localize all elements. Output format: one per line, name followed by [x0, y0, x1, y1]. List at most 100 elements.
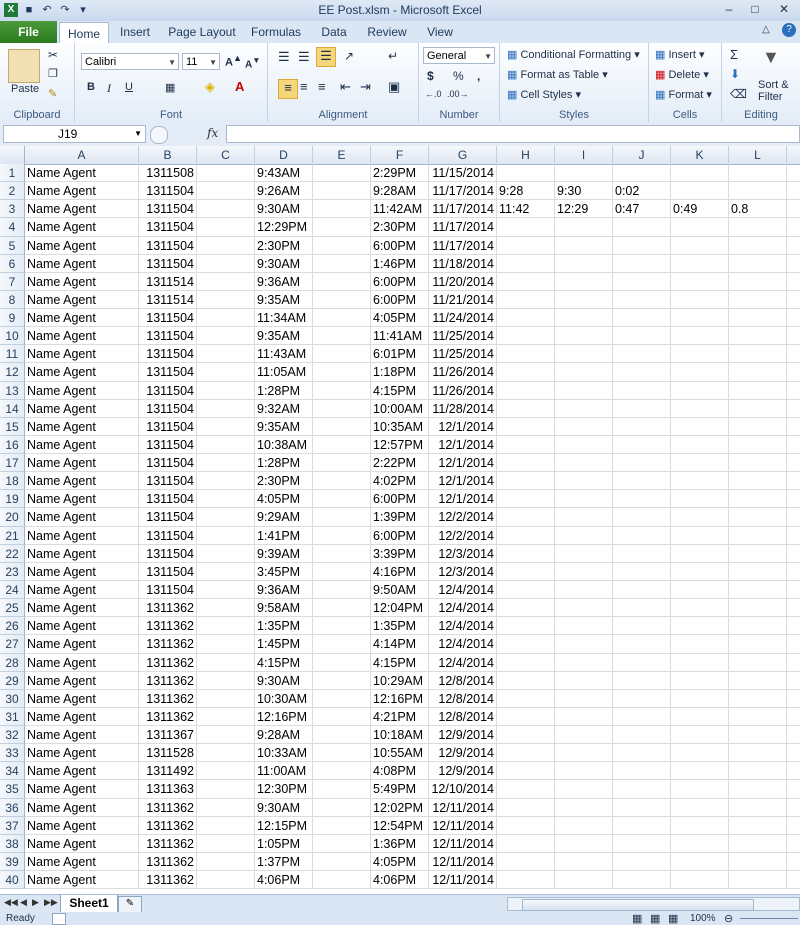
cell-b28[interactable]: 1311362 [139, 653, 197, 672]
cell-a5[interactable]: Name Agent [25, 236, 139, 255]
cell-l27[interactable] [729, 635, 787, 654]
worksheet-grid[interactable]: ABCDEFGHIJKL 1 Name Agent 1311508 9:43AM 2:2… [0, 146, 800, 894]
cell-f14[interactable]: 10:00AM [371, 399, 429, 418]
cell-m38[interactable] [787, 835, 800, 853]
tab-insert[interactable]: Insert [112, 21, 158, 43]
cell-g4[interactable]: 11/17/2014 [429, 218, 497, 237]
align-left-icon[interactable]: ≡ [278, 79, 298, 99]
cell-k28[interactable] [671, 653, 729, 672]
cell-m2[interactable] [787, 182, 800, 201]
cell-f9[interactable]: 4:05PM [371, 309, 429, 328]
formula-input[interactable] [226, 125, 800, 143]
cell-g30[interactable]: 12/8/2014 [429, 689, 497, 708]
cell-m8[interactable] [787, 291, 800, 310]
cell-a3[interactable]: Name Agent [25, 200, 139, 219]
cell-a15[interactable]: Name Agent [25, 417, 139, 436]
cell-c39[interactable] [197, 852, 255, 872]
cell-j15[interactable] [613, 417, 671, 436]
cell-d39[interactable]: 1:37PM [255, 852, 313, 872]
cell-f24[interactable]: 9:50AM [371, 580, 429, 600]
column-header-g[interactable]: G [429, 146, 497, 164]
cell-d23[interactable]: 3:45PM [255, 562, 313, 581]
cell-b11[interactable]: 1311504 [139, 345, 197, 364]
row-header[interactable]: 13 [0, 381, 25, 400]
cell-j27[interactable] [613, 635, 671, 654]
cell-i31[interactable] [555, 707, 613, 727]
normal-view-icon[interactable]: ▦ [632, 912, 642, 925]
cell-j25[interactable] [613, 599, 671, 618]
cell-b17[interactable]: 1311504 [139, 454, 197, 473]
cell-b16[interactable]: 1311504 [139, 435, 197, 455]
cell-a11[interactable]: Name Agent [25, 345, 139, 364]
cell-a38[interactable]: Name Agent [25, 834, 139, 853]
cell-b15[interactable]: 1311504 [139, 417, 197, 436]
row-header[interactable]: 30 [0, 689, 25, 708]
cell-m24[interactable] [787, 581, 800, 600]
cell-f19[interactable]: 6:00PM [371, 490, 429, 509]
cell-c25[interactable] [197, 599, 255, 618]
cell-i24[interactable] [555, 580, 613, 600]
cell-g27[interactable]: 12/4/2014 [429, 635, 497, 654]
cell-l22[interactable] [729, 544, 787, 563]
cell-c19[interactable] [197, 490, 255, 509]
cell-d17[interactable]: 1:28PM [255, 454, 313, 473]
cell-m30[interactable] [787, 690, 800, 708]
cell-m36[interactable] [787, 799, 800, 817]
cell-e3[interactable] [313, 200, 371, 219]
cell-b24[interactable]: 1311504 [139, 580, 197, 600]
cell-e37[interactable] [313, 816, 371, 835]
cell-a19[interactable]: Name Agent [25, 490, 139, 509]
cell-l31[interactable] [729, 707, 787, 727]
cell-f26[interactable]: 1:35PM [371, 617, 429, 636]
row-header[interactable]: 22 [0, 544, 25, 563]
cell-j36[interactable] [613, 798, 671, 817]
cell-k8[interactable] [671, 290, 729, 310]
cell-m6[interactable] [787, 255, 800, 273]
cell-f7[interactable]: 6:00PM [371, 272, 429, 291]
row-header[interactable]: 14 [0, 399, 25, 418]
italic-icon[interactable]: I [107, 81, 111, 96]
cell-a31[interactable]: Name Agent [25, 707, 139, 727]
cell-g11[interactable]: 11/25/2014 [429, 345, 497, 364]
cell-e15[interactable] [313, 417, 371, 436]
cell-c22[interactable] [197, 544, 255, 563]
cell-g14[interactable]: 11/28/2014 [429, 399, 497, 418]
cell-m34[interactable] [787, 762, 800, 781]
cell-b12[interactable]: 1311504 [139, 363, 197, 382]
page-layout-view-icon[interactable]: ▦ [650, 912, 660, 925]
help-icon[interactable]: ? [782, 23, 796, 37]
cell-i38[interactable] [555, 834, 613, 853]
cell-e27[interactable] [313, 635, 371, 654]
row-header[interactable]: 34 [0, 762, 25, 781]
cell-j11[interactable] [613, 345, 671, 364]
cell-d21[interactable]: 1:41PM [255, 526, 313, 545]
cell-i10[interactable] [555, 327, 613, 346]
row-header[interactable]: 25 [0, 599, 25, 618]
borders-icon[interactable]: ▦ [165, 81, 175, 94]
cell-h37[interactable] [497, 816, 555, 835]
cell-d2[interactable]: 9:26AM [255, 182, 313, 201]
cell-f16[interactable]: 12:57PM [371, 435, 429, 455]
cell-i1[interactable] [555, 164, 613, 183]
row-header[interactable]: 21 [0, 526, 25, 545]
cell-a4[interactable]: Name Agent [25, 218, 139, 237]
cell-l12[interactable] [729, 363, 787, 382]
cell-h40[interactable] [497, 871, 555, 890]
cell-k1[interactable] [671, 164, 729, 183]
cell-f38[interactable]: 1:36PM [371, 834, 429, 853]
cell-h8[interactable] [497, 290, 555, 310]
cell-l19[interactable] [729, 490, 787, 509]
prev-sheet-icon[interactable]: ◀ [20, 897, 27, 908]
macro-record-icon[interactable] [52, 913, 66, 925]
cell-c33[interactable] [197, 744, 255, 763]
cell-l40[interactable] [729, 871, 787, 890]
cell-e24[interactable] [313, 580, 371, 600]
cell-c30[interactable] [197, 689, 255, 708]
cell-l38[interactable] [729, 834, 787, 853]
cell-d16[interactable]: 10:38AM [255, 435, 313, 455]
sort-filter-button[interactable]: Sort & Filter [758, 79, 798, 103]
cell-e7[interactable] [313, 272, 371, 291]
cell-e26[interactable] [313, 617, 371, 636]
cell-m28[interactable] [787, 654, 800, 672]
cell-i33[interactable] [555, 744, 613, 763]
